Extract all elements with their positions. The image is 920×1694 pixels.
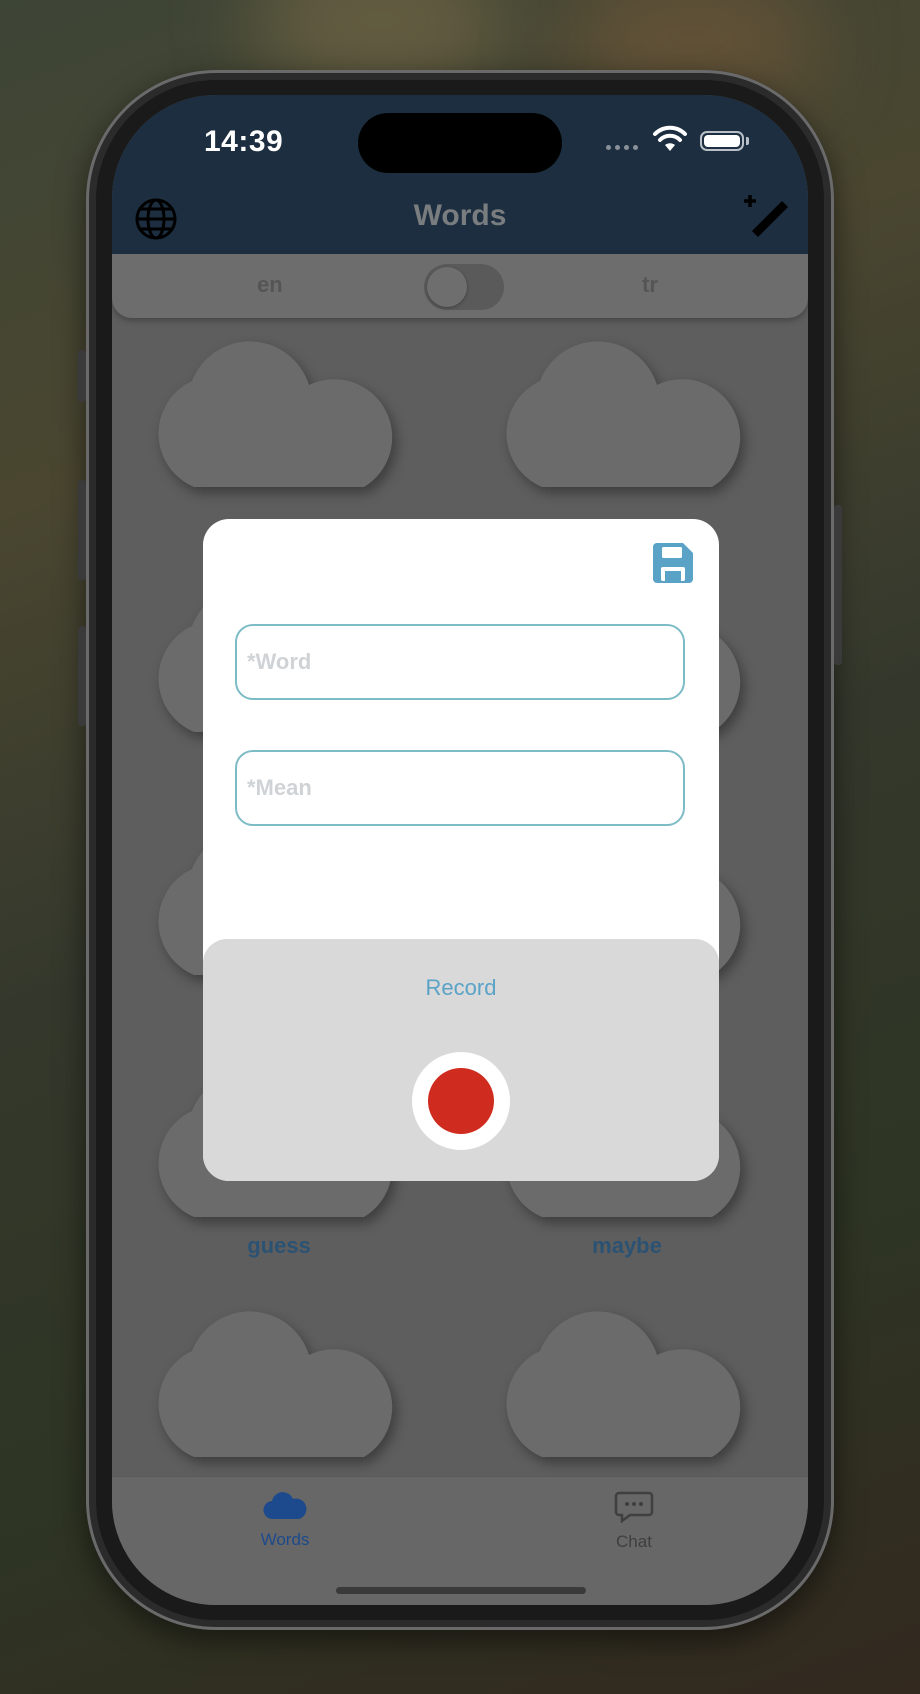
target-language-label: tr <box>642 272 658 297</box>
magic-wand-icon[interactable] <box>742 195 790 241</box>
app-header: 14:39 Words <box>112 95 808 254</box>
mean-field[interactable] <box>235 750 685 826</box>
tab-chat[interactable]: Chat <box>554 1491 714 1552</box>
word-field[interactable] <box>235 624 685 700</box>
cloud-icon <box>263 1492 307 1520</box>
language-toggle-bar: en tr <box>112 254 808 318</box>
floppy-disk-icon[interactable] <box>651 541 695 585</box>
tab-words[interactable]: Words <box>205 1491 365 1550</box>
home-indicator <box>336 1587 586 1594</box>
chat-bubble-icon <box>614 1491 654 1524</box>
source-language-label: en <box>257 272 283 297</box>
record-panel: Record <box>203 939 719 1181</box>
wifi-icon <box>653 125 687 151</box>
word-label: guess <box>247 1233 311 1258</box>
word-card[interactable] <box>482 1295 772 1465</box>
word-card[interactable] <box>134 1295 424 1465</box>
language-switch[interactable] <box>424 264 504 310</box>
word-card[interactable] <box>134 325 424 495</box>
page-title: Words <box>413 199 507 232</box>
dynamic-island <box>358 113 562 173</box>
status-time: 14:39 <box>204 125 284 158</box>
cellular-signal-icon <box>606 145 638 150</box>
tab-bar: Words Chat <box>112 1476 808 1605</box>
record-button[interactable] <box>412 1052 510 1150</box>
tab-label-chat: Chat <box>616 1532 652 1551</box>
word-card[interactable] <box>482 325 772 495</box>
record-label: Record <box>425 975 497 1000</box>
record-icon <box>428 1068 494 1134</box>
add-word-dialog: Record <box>203 519 719 1181</box>
word-label: maybe <box>592 1233 662 1258</box>
tab-label-words: Words <box>260 1530 310 1549</box>
battery-icon <box>700 131 744 151</box>
